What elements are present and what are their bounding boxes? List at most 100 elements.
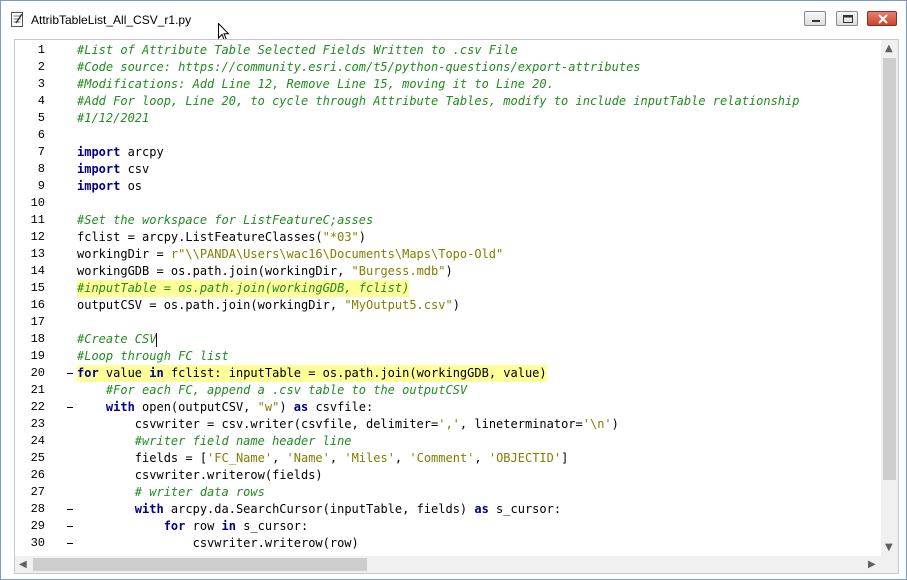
line-number: 22 — [30, 400, 45, 414]
code-text: import os — [77, 179, 143, 193]
code-text: #1/12/2021 — [77, 111, 150, 125]
code-line[interactable]: 19 #Loop through FC list — [15, 348, 881, 365]
code-text: with arcpy.da.SearchCursor(inputTable, f… — [134, 502, 562, 516]
text-caret — [156, 332, 158, 347]
code-line[interactable]: 16 outputCSV = os.path.join(workingDir, "… — [15, 297, 881, 314]
minimize-button[interactable] — [804, 11, 826, 26]
code-text: #Loop through FC list — [77, 349, 229, 363]
code-text: for value in fclist: inputTable = os.pat… — [77, 365, 547, 382]
line-number: 28 — [30, 502, 45, 516]
code-line[interactable]: 28 with arcpy.da.SearchCursor(inputTable… — [15, 501, 881, 518]
line-number: 6 — [37, 128, 45, 142]
line-number: 25 — [30, 451, 45, 465]
code-text: #Modifications: Add Line 12, Remove Line… — [77, 77, 554, 91]
line-number: 2 — [37, 60, 45, 74]
vertical-scroll-thumb[interactable] — [883, 58, 896, 480]
code-line[interactable]: 6 — [15, 127, 881, 144]
line-number: 12 — [30, 230, 45, 244]
code-line[interactable]: 20 for value in fclist: inputTable = os.p… — [15, 365, 881, 382]
code-line[interactable]: 23 csvwriter = csv.writer(csvfile, delim… — [15, 416, 881, 433]
code-editor[interactable]: 1 #List of Attribute Table Selected Field… — [14, 39, 899, 574]
line-number: 13 — [30, 247, 45, 261]
fold-marker-icon[interactable] — [67, 526, 73, 527]
window-title: AttribTableList_All_CSV_r1.py — [31, 13, 192, 27]
code-line[interactable]: 12 fclist = arcpy.ListFeatureClasses("*03… — [15, 229, 881, 246]
code-text: workingDir = r"\\PANDA\Users\wac16\Docum… — [77, 247, 504, 261]
code-text: fclist = arcpy.ListFeatureClasses("*03") — [77, 230, 366, 244]
code-text: #Set the workspace for ListFeatureC;asse… — [77, 213, 374, 227]
line-number: 21 — [30, 383, 45, 397]
code-line[interactable]: 11 #Set the workspace for ListFeatureC;as… — [15, 212, 881, 229]
code-line[interactable]: 9 import os — [15, 178, 881, 195]
code-text: fields = ['FC_Name', 'Name', 'Miles', 'C… — [77, 451, 569, 465]
line-number: 30 — [30, 536, 45, 550]
code-line[interactable]: 8 import csv — [15, 161, 881, 178]
scroll-right-arrow-icon[interactable]: ▶ — [868, 560, 876, 570]
code-line[interactable]: 3 #Modifications: Add Line 12, Remove Lin… — [15, 76, 881, 93]
fold-marker-icon[interactable] — [67, 509, 73, 510]
code-text: #Create CSV — [77, 332, 158, 347]
code-text: csvwriter.writerow(row) — [77, 536, 359, 550]
code-line[interactable]: 27 # writer data rows — [15, 484, 881, 501]
line-number: 3 — [37, 77, 45, 91]
code-line[interactable]: 21 #For each FC, append a .csv table to … — [15, 382, 881, 399]
code-line[interactable]: 29 for row in s_cursor: — [15, 518, 881, 535]
code-text: for row in s_cursor: — [163, 519, 309, 533]
line-number: 1 — [37, 43, 45, 57]
code-text: # writer data rows — [134, 485, 265, 499]
horizontal-scroll-thumb[interactable] — [33, 558, 367, 571]
code-line[interactable]: 22 with open(outputCSV, "w") as csvfile: — [15, 399, 881, 416]
editor-window: AttribTableList_All_CSV_r1.py 1 #List of … — [0, 0, 907, 580]
code-text: #inputTable = os.path.join(workingGDB, f… — [77, 280, 410, 297]
python-file-icon — [10, 12, 24, 27]
code-line[interactable]: 13 workingDir = r"\\PANDA\Users\wac16\Doc… — [15, 246, 881, 263]
code-text: csvwriter.writerow(fields) — [77, 468, 323, 482]
code-line[interactable]: 1 #List of Attribute Table Selected Field… — [15, 42, 881, 59]
code-line[interactable]: 26 csvwriter.writerow(fields) — [15, 467, 881, 484]
vertical-scrollbar[interactable]: ▲ ▼ — [881, 40, 898, 556]
close-button[interactable] — [867, 11, 897, 26]
line-number: 18 — [30, 332, 45, 346]
line-number: 24 — [30, 434, 45, 448]
code-line[interactable]: 4 #Add For loop, Line 20, to cycle throug… — [15, 93, 881, 110]
scroll-down-arrow-icon[interactable]: ▼ — [885, 543, 893, 553]
line-number: 14 — [30, 264, 45, 278]
code-text: csvwriter = csv.writer(csvfile, delimite… — [77, 417, 619, 431]
line-number: 15 — [30, 281, 45, 295]
code-line[interactable]: 10 — [15, 195, 881, 212]
line-number: 9 — [37, 179, 45, 193]
code-line[interactable]: 30 csvwriter.writerow(row) — [15, 535, 881, 552]
fold-marker-icon[interactable] — [67, 373, 73, 374]
code-text: #Add For loop, Line 20, to cycle through… — [77, 94, 800, 108]
code-text: #For each FC, append a .csv table to the… — [105, 383, 468, 397]
code-text: #List of Attribute Table Selected Fields… — [77, 43, 518, 57]
code-line[interactable]: 7 import arcpy — [15, 144, 881, 161]
line-number: 23 — [30, 417, 45, 431]
code-line[interactable]: 18 #Create CSV — [15, 331, 881, 348]
code-line[interactable]: 2 #Code source: https://community.esri.co… — [15, 59, 881, 76]
code-line[interactable]: 17 — [15, 314, 881, 331]
code-text: #Code source: https://community.esri.com… — [77, 60, 641, 74]
line-number: 29 — [30, 519, 45, 533]
scroll-up-arrow-icon[interactable]: ▲ — [885, 44, 893, 54]
line-number: 17 — [30, 315, 45, 329]
line-number: 4 — [37, 94, 45, 108]
code-line[interactable]: 25 fields = ['FC_Name', 'Name', 'Miles',… — [15, 450, 881, 467]
code-text: workingGDB = os.path.join(workingDir, "B… — [77, 264, 453, 278]
horizontal-scrollbar[interactable]: ◀ ▶ — [15, 556, 881, 573]
fold-marker-icon[interactable] — [67, 543, 73, 544]
line-number: 20 — [30, 366, 45, 380]
title-bar[interactable]: AttribTableList_All_CSV_r1.py — [1, 1, 906, 42]
code-line[interactable]: 15 #inputTable = os.path.join(workingGDB,… — [15, 280, 881, 297]
line-number: 16 — [30, 298, 45, 312]
line-number: 10 — [30, 196, 45, 210]
code-line[interactable]: 14 workingGDB = os.path.join(workingDir, … — [15, 263, 881, 280]
code-line[interactable]: 5 #1/12/2021 — [15, 110, 881, 127]
line-number: 5 — [37, 111, 45, 125]
scroll-left-arrow-icon[interactable]: ◀ — [19, 560, 27, 570]
code-line[interactable]: 24 #writer field name header line — [15, 433, 881, 450]
line-number: 7 — [37, 145, 45, 159]
maximize-button[interactable] — [836, 11, 858, 26]
fold-marker-icon[interactable] — [67, 407, 73, 408]
line-number: 11 — [30, 213, 45, 227]
